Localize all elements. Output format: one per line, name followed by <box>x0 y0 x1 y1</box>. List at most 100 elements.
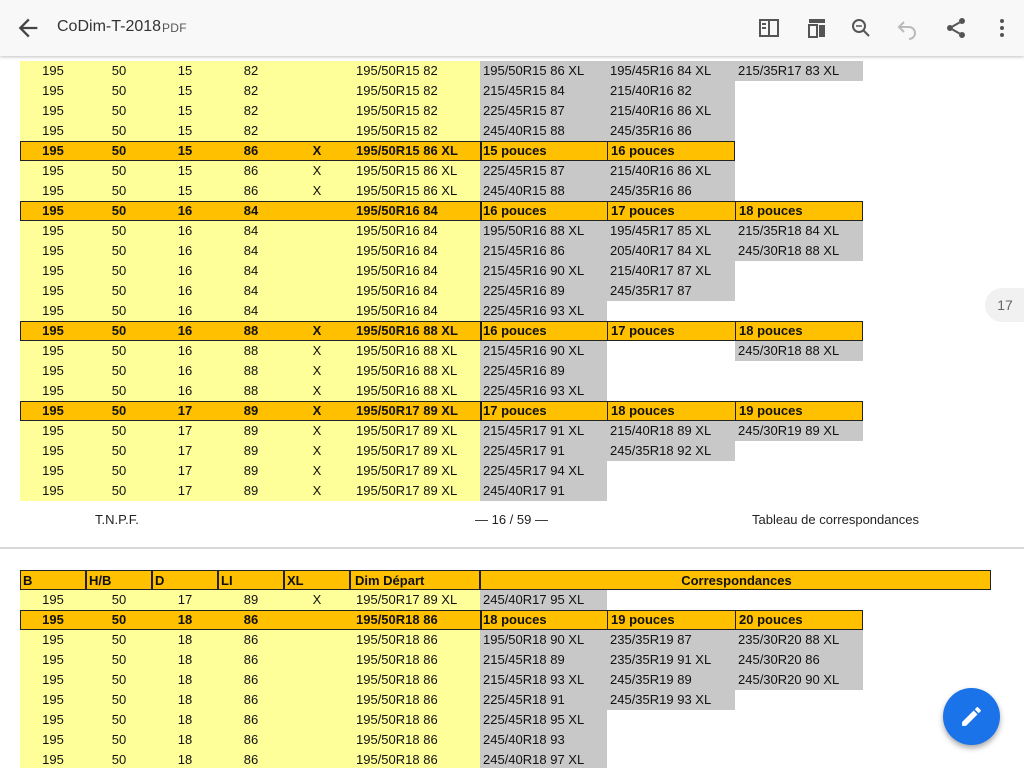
table-row: 195 50 16 88 X 195/50R16 88 XL 215/45R16 90 XL… <box>20 341 863 361</box>
cell-b: 195 <box>42 423 64 438</box>
reading-mode-icon[interactable] <box>757 16 781 40</box>
cell-hb: 50 <box>111 223 127 238</box>
cell-correspondance-1: 225/45R18 91 <box>480 690 607 710</box>
cell-correspondance-3: 20 pouces <box>735 610 863 630</box>
more-vert-icon[interactable] <box>990 16 1014 40</box>
cell-correspondance-3 <box>735 81 863 101</box>
cell-dim-depart: 195/50R17 89 XL <box>356 592 458 607</box>
cell-hb: 50 <box>111 463 127 478</box>
cell-correspondance-1: 225/45R17 91 <box>480 441 607 461</box>
table-row: 195 50 15 82 195/50R15 82 195/50R15 86 XL 195/… <box>20 61 863 81</box>
table-row: 195 50 17 89 X 195/50R17 89 XL 225/45R17 91 245… <box>20 441 863 461</box>
cell-li: 86 <box>243 632 259 647</box>
cell-correspondance-1: 195/50R16 88 XL <box>480 221 607 241</box>
cell-hb: 50 <box>111 323 127 338</box>
cell-xl <box>284 121 350 141</box>
cell-li: 89 <box>243 483 259 498</box>
cell-hb: 50 <box>111 612 127 627</box>
cell-xl <box>284 730 350 750</box>
table-row: 195 50 18 86 195/50R18 86 225/45R18 91 245/35R… <box>20 690 863 710</box>
cell-d: 18 <box>177 652 193 667</box>
cell-hb: 50 <box>111 263 127 278</box>
cell-correspondance-2 <box>607 341 735 361</box>
cell-correspondance-3: 235/30R20 88 XL <box>735 630 863 650</box>
cell-b: 195 <box>42 63 64 78</box>
cell-correspondance-2 <box>607 481 735 501</box>
cell-correspondance-3 <box>735 690 863 710</box>
cell-xl <box>284 261 350 281</box>
table-row: 195 50 15 82 195/50R15 82 225/45R15 87 215/40R… <box>20 101 863 121</box>
cell-correspondance-3 <box>735 730 863 750</box>
cell-li: 89 <box>243 403 259 418</box>
footer-left: T.N.P.F. <box>95 512 139 527</box>
cell-correspondance-2: 205/40R17 84 XL <box>607 241 735 261</box>
share-icon[interactable] <box>944 16 968 40</box>
page-number-badge: 17 <box>985 288 1024 322</box>
cell-xl: X <box>312 323 322 338</box>
cell-correspondance-3: 245/30R18 88 XL <box>735 341 863 361</box>
cell-xl <box>284 690 350 710</box>
cell-d: 16 <box>177 243 193 258</box>
cell-d: 16 <box>177 363 193 378</box>
cell-hb: 50 <box>111 303 127 318</box>
undo-icon[interactable] <box>895 16 919 40</box>
cell-xl: X <box>312 143 322 158</box>
cell-d: 15 <box>177 163 193 178</box>
cell-correspondance-2 <box>607 750 735 768</box>
table-row: 195 50 15 82 195/50R15 82 245/40R15 88 245/35R… <box>20 121 863 141</box>
pdf-viewport[interactable]: 195 50 15 82 195/50R15 82 195/50R15 86 XL 195/… <box>0 56 1024 768</box>
cell-li: 86 <box>243 183 259 198</box>
cell-dim-depart: 195/50R16 88 XL <box>356 323 458 338</box>
cell-d: 18 <box>177 612 193 627</box>
cell-correspondance-3: 18 pouces <box>735 201 863 221</box>
cell-b: 195 <box>42 183 64 198</box>
cell-xl: X <box>312 463 322 478</box>
cell-correspondance-2: 245/35R16 86 <box>607 181 735 201</box>
cell-correspondance-2 <box>607 361 735 381</box>
cell-d: 15 <box>177 63 193 78</box>
cell-xl: X <box>312 163 322 178</box>
cell-correspondance-1: 215/45R16 86 <box>480 241 607 261</box>
cell-correspondance-1: 215/45R17 91 XL <box>480 421 607 441</box>
header-b: B <box>20 570 86 590</box>
cell-dim-depart: 195/50R18 86 <box>356 752 438 767</box>
header-hb: H/B <box>86 570 152 590</box>
bookmark-view-icon[interactable] <box>805 16 829 40</box>
cell-b: 195 <box>42 672 64 687</box>
cell-d: 15 <box>177 83 193 98</box>
table-row: 195 50 16 84 195/50R16 84 225/45R16 93 XL <box>20 301 863 321</box>
cell-d: 18 <box>177 732 193 747</box>
cell-correspondance-1: 225/45R16 89 <box>480 281 607 301</box>
search-icon[interactable] <box>849 16 873 40</box>
cell-li: 86 <box>243 732 259 747</box>
cell-correspondance-1: 245/40R17 95 XL <box>480 590 607 610</box>
table-row: 195 50 16 88 X 195/50R16 88 XL 225/45R16 89 <box>20 361 863 381</box>
cell-dim-depart: 195/50R16 84 <box>356 283 438 298</box>
cell-d: 15 <box>177 123 193 138</box>
edit-fab-button[interactable] <box>943 688 1000 745</box>
cell-xl <box>284 670 350 690</box>
cell-correspondance-1: 16 pouces <box>483 323 547 338</box>
cell-b: 195 <box>42 323 64 338</box>
cell-b: 195 <box>42 103 64 118</box>
table-row: 195 50 18 86 195/50R18 86 215/45R18 89 235/35R… <box>20 650 863 670</box>
cell-hb: 50 <box>111 363 127 378</box>
cell-b: 195 <box>42 732 64 747</box>
cell-dim-depart: 195/50R15 82 <box>356 63 438 78</box>
cell-d: 17 <box>177 463 193 478</box>
cell-xl <box>284 101 350 121</box>
header-correspondances: Correspondances <box>480 570 991 590</box>
back-arrow-icon[interactable] <box>14 14 42 42</box>
table-row: 195 50 18 86 195/50R18 86 195/50R18 90 XL 235/… <box>20 630 863 650</box>
cell-hb: 50 <box>111 143 127 158</box>
cell-correspondance-1: 245/40R15 88 <box>480 121 607 141</box>
group-header-row: 195 50 16 88 X 195/50R16 88 XL 16 pouces 17 pou… <box>20 321 863 341</box>
cell-b: 195 <box>42 443 64 458</box>
cell-correspondance-2: 17 pouces <box>607 201 735 221</box>
cell-li: 86 <box>243 712 259 727</box>
cell-dim-depart: 195/50R16 88 XL <box>356 363 458 378</box>
cell-hb: 50 <box>111 443 127 458</box>
cell-li: 84 <box>243 223 259 238</box>
group-header-row: 195 50 15 86 X 195/50R15 86 XL 15 pouces 16 pou… <box>20 141 863 161</box>
cell-correspondance-1: 245/40R15 88 <box>480 181 607 201</box>
